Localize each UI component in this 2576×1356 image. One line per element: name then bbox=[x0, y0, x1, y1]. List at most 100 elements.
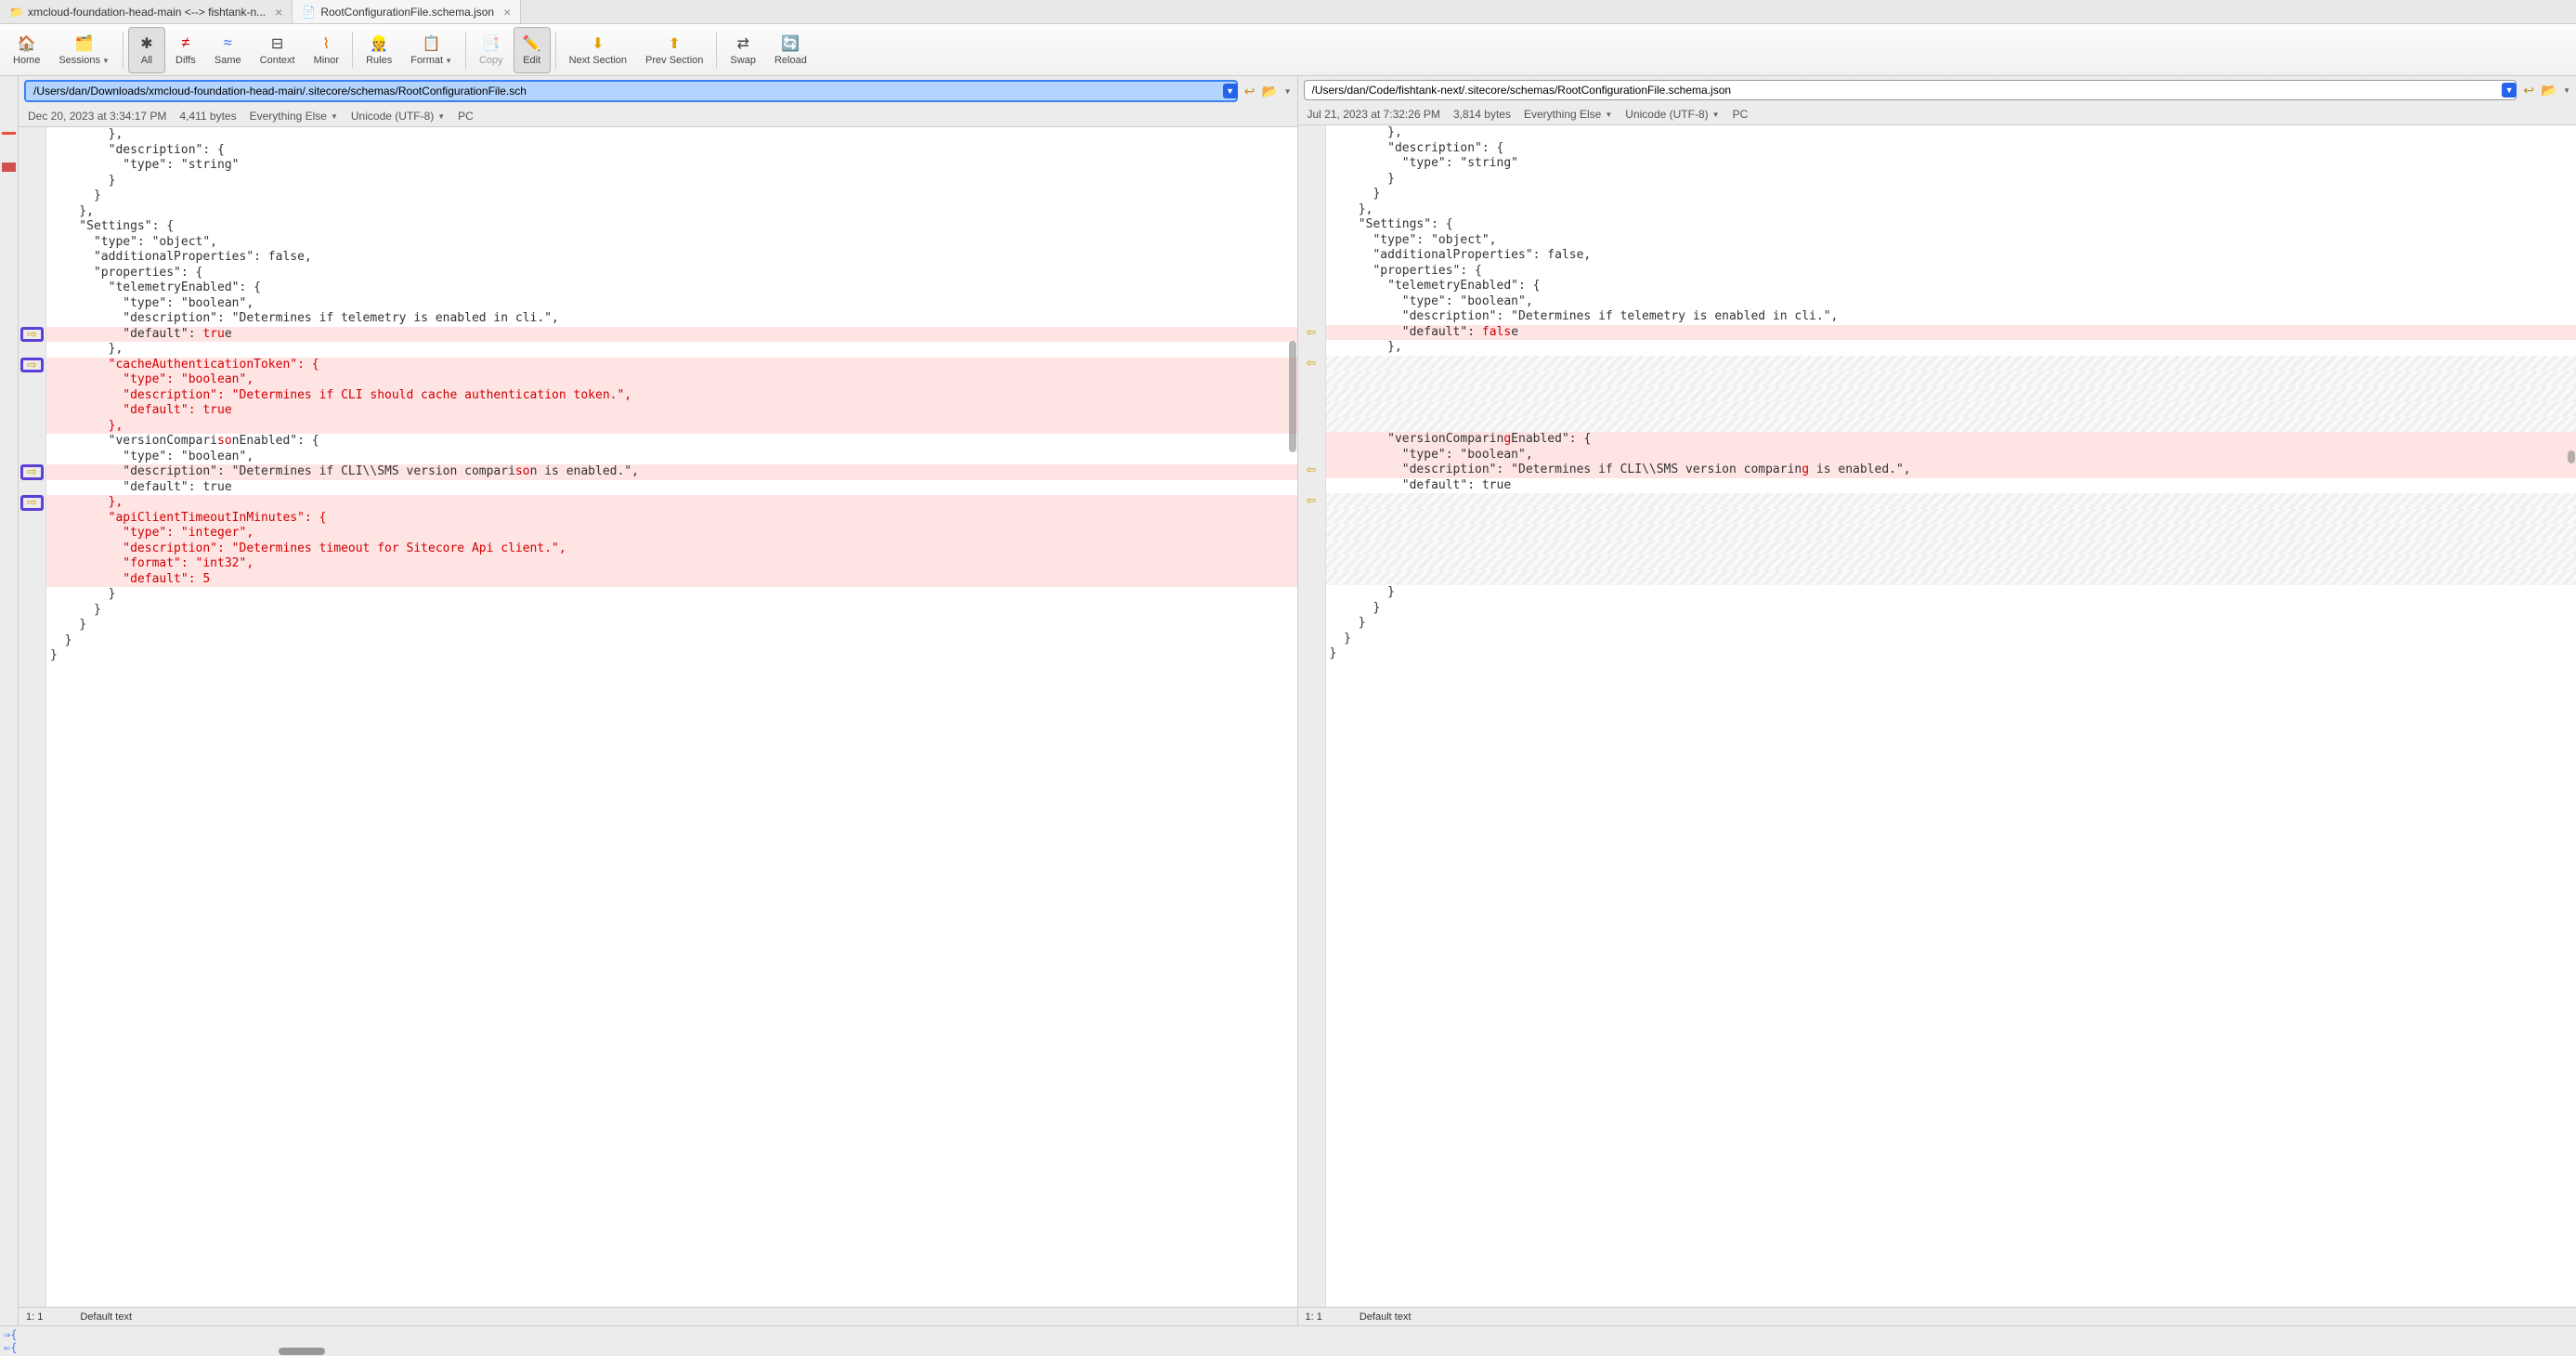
code-line[interactable] bbox=[1326, 356, 2576, 372]
code-line[interactable]: "description": "Determines if CLI\\SMS v… bbox=[1326, 463, 2576, 478]
path-dropdown[interactable]: ▼ bbox=[2502, 83, 2517, 98]
code-line[interactable] bbox=[1326, 570, 2576, 586]
code-line[interactable]: } bbox=[46, 633, 1297, 649]
edit-button[interactable]: ✏️Edit bbox=[514, 27, 551, 73]
tab-sessions[interactable]: 📁 xmcloud-foundation-head-main <--> fish… bbox=[0, 0, 293, 23]
code-line[interactable] bbox=[1326, 493, 2576, 509]
close-icon[interactable]: × bbox=[275, 5, 282, 20]
code-line[interactable] bbox=[1326, 417, 2576, 433]
copy-right-arrow-icon[interactable]: ⇨ bbox=[20, 327, 44, 343]
code-line[interactable]: "format": "int32", bbox=[46, 556, 1297, 572]
same-button[interactable]: ≈Same bbox=[206, 27, 250, 73]
recent-icon[interactable]: ↩ bbox=[2520, 82, 2537, 98]
diffs-button[interactable]: ≠Diffs bbox=[167, 27, 204, 73]
code-line[interactable]: "type": "string" bbox=[46, 158, 1297, 174]
rules-button[interactable]: 👷Rules bbox=[358, 27, 400, 73]
code-line[interactable]: } bbox=[46, 603, 1297, 619]
path-input[interactable] bbox=[24, 80, 1238, 102]
code-line[interactable]: "type": "integer", bbox=[46, 526, 1297, 541]
encoding-selector[interactable]: Unicode (UTF-8)▼ bbox=[1625, 108, 1719, 121]
code-line[interactable]: }, bbox=[46, 419, 1297, 435]
copy-left-arrow-icon[interactable]: ⇦ bbox=[1298, 325, 1325, 341]
code-line[interactable]: "type": "boolean", bbox=[46, 372, 1297, 388]
code-line[interactable] bbox=[1326, 540, 2576, 555]
code-line[interactable]: "default": false bbox=[1326, 325, 2576, 341]
code-line[interactable]: "cacheAuthenticationToken": { bbox=[46, 358, 1297, 373]
code-line[interactable] bbox=[1326, 554, 2576, 570]
code-line[interactable]: "type": "boolean", bbox=[1326, 448, 2576, 463]
language-mode[interactable]: Default text bbox=[1360, 1311, 1412, 1323]
code-line[interactable]: "additionalProperties": false, bbox=[46, 250, 1297, 266]
code-line[interactable]: } bbox=[1326, 616, 2576, 632]
sessions-button[interactable]: 🗂️Sessions▼ bbox=[50, 27, 118, 73]
code-line[interactable]: } bbox=[46, 587, 1297, 603]
code-line[interactable]: "default": true bbox=[46, 327, 1297, 343]
code-line[interactable]: }, bbox=[46, 127, 1297, 143]
code-line[interactable]: } bbox=[1326, 172, 2576, 188]
code-line[interactable]: "versionComparingEnabled": { bbox=[1326, 432, 2576, 448]
code-line[interactable]: } bbox=[46, 648, 1297, 664]
scrollbar-vertical[interactable] bbox=[2568, 450, 2575, 463]
tab-file[interactable]: 📄 RootConfigurationFile.schema.json × bbox=[293, 0, 521, 23]
code-line[interactable]: "Settings": { bbox=[46, 219, 1297, 235]
code-line[interactable]: "properties": { bbox=[46, 266, 1297, 281]
home-button[interactable]: 🏠Home bbox=[5, 27, 48, 73]
code-line[interactable]: } bbox=[46, 618, 1297, 633]
copy-left-arrow-icon[interactable]: ⇦ bbox=[1298, 463, 1325, 478]
code-line[interactable]: "type": "string" bbox=[1326, 156, 2576, 172]
code-line[interactable]: } bbox=[1326, 585, 2576, 601]
format-button[interactable]: 📋Format▼ bbox=[402, 27, 461, 73]
overview-ruler[interactable] bbox=[0, 76, 19, 1325]
minor-button[interactable]: ⌇Minor bbox=[306, 27, 348, 73]
code-line[interactable]: "type": "object", bbox=[1326, 233, 2576, 249]
code-line[interactable]: } bbox=[1326, 601, 2576, 617]
close-icon[interactable]: × bbox=[503, 5, 511, 20]
code-line[interactable]: "description": "Determines timeout for S… bbox=[46, 541, 1297, 557]
code-line[interactable]: "default": true bbox=[46, 480, 1297, 496]
scrollbar-vertical[interactable] bbox=[1289, 341, 1296, 452]
code-line[interactable]: "description": "Determines if CLI should… bbox=[46, 388, 1297, 404]
path-dropdown[interactable]: ▼ bbox=[1223, 84, 1238, 98]
code-line[interactable]: }, bbox=[46, 342, 1297, 358]
browse-folder-icon[interactable]: 📂 bbox=[2541, 82, 2557, 98]
code-line[interactable]: "telemetryEnabled": { bbox=[1326, 279, 2576, 294]
code-line[interactable]: "type": "boolean", bbox=[1326, 294, 2576, 310]
code-line[interactable]: "properties": { bbox=[1326, 264, 2576, 280]
code-line[interactable]: } bbox=[1326, 632, 2576, 647]
code-line[interactable]: "description": { bbox=[46, 143, 1297, 159]
dropdown-icon[interactable]: ▼ bbox=[1284, 87, 1292, 96]
code-content[interactable]: }, "description": { "type": "string" } }… bbox=[46, 127, 1297, 1307]
code-content[interactable]: }, "description": { "type": "string" } }… bbox=[1326, 125, 2576, 1307]
all-button[interactable]: ✱All bbox=[128, 27, 165, 73]
copy-right-arrow-icon[interactable]: ⇨ bbox=[20, 495, 44, 511]
code-line[interactable]: } bbox=[1326, 646, 2576, 662]
copy-right-arrow-icon[interactable]: ⇨ bbox=[20, 464, 44, 480]
code-line[interactable]: "type": "boolean", bbox=[46, 296, 1297, 312]
reload-button[interactable]: 🔄Reload bbox=[766, 27, 815, 73]
code-line[interactable]: } bbox=[46, 189, 1297, 204]
code-line[interactable] bbox=[1326, 371, 2576, 386]
code-line[interactable]: }, bbox=[1326, 202, 2576, 218]
code-line[interactable]: }, bbox=[1326, 340, 2576, 356]
copy-button[interactable]: 📑Copy bbox=[471, 27, 512, 73]
prev-section-button[interactable]: ⬆Prev Section bbox=[637, 27, 711, 73]
code-line[interactable]: "description": "Determines if telemetry … bbox=[1326, 309, 2576, 325]
code-line[interactable]: "description": { bbox=[1326, 141, 2576, 157]
next-section-button[interactable]: ⬇Next Section bbox=[561, 27, 635, 73]
code-line[interactable]: }, bbox=[46, 495, 1297, 511]
code-line[interactable]: "apiClientTimeoutInMinutes": { bbox=[46, 511, 1297, 527]
code-line[interactable]: "type": "object", bbox=[46, 235, 1297, 251]
code-line[interactable]: "description": "Determines if telemetry … bbox=[46, 311, 1297, 327]
code-line[interactable] bbox=[1326, 401, 2576, 417]
path-input[interactable] bbox=[1304, 80, 2517, 100]
encoding-type-selector[interactable]: Everything Else▼ bbox=[250, 110, 338, 123]
browse-folder-icon[interactable]: 📂 bbox=[1262, 83, 1279, 99]
dropdown-icon[interactable]: ▼ bbox=[2563, 86, 2570, 95]
copy-left-arrow-icon[interactable]: ⇦ bbox=[1298, 356, 1325, 372]
code-line[interactable]: "default": true bbox=[46, 403, 1297, 419]
code-line[interactable]: "default": 5 bbox=[46, 572, 1297, 588]
code-line[interactable]: "versionComparisonEnabled": { bbox=[46, 434, 1297, 450]
code-line[interactable]: "additionalProperties": false, bbox=[1326, 248, 2576, 264]
copy-right-arrow-icon[interactable]: ⇨ bbox=[20, 358, 44, 373]
recent-icon[interactable]: ↩ bbox=[1242, 83, 1258, 99]
